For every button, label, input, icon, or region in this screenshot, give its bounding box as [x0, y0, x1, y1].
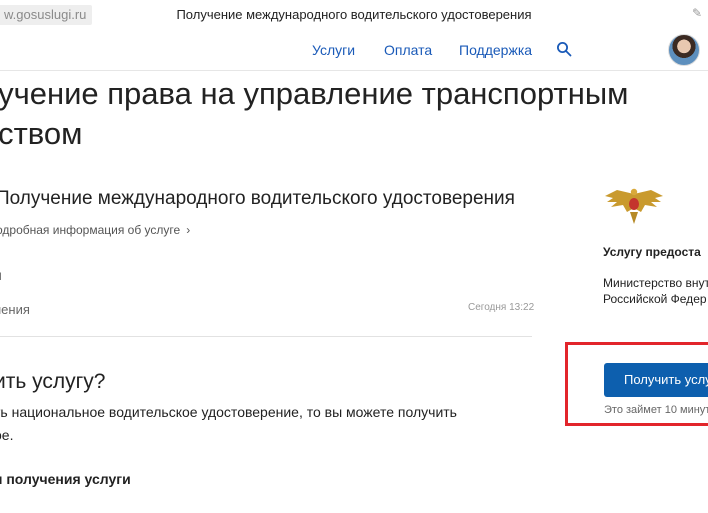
service-field-label: я	[0, 267, 2, 283]
section-divider	[0, 336, 532, 337]
nav-item-services[interactable]: Услуги	[312, 42, 355, 58]
page-title-line-2: дством	[0, 116, 83, 151]
user-avatar[interactable]	[668, 34, 700, 66]
how-to-paragraph-line-1: ть национальное водительское удостоверен…	[0, 404, 457, 420]
service-field-value: нения	[0, 302, 30, 317]
browser-titlebar: w.gosuslugi.ru Получение международного …	[0, 0, 708, 28]
service-title: Получение международного водительского у…	[0, 188, 515, 209]
get-service-button[interactable]: Получить услу	[604, 363, 708, 397]
document-title: Получение международного водительского у…	[176, 7, 532, 22]
eagle-emblem-icon	[605, 188, 663, 224]
top-navigation: Услуги Оплата Поддержка	[0, 30, 708, 71]
steps-heading: п получения услуги	[0, 471, 131, 487]
chevron-right-icon: ›	[186, 223, 191, 237]
provider-heading: Услугу предоста	[603, 245, 701, 259]
nav-item-support[interactable]: Поддержка	[459, 42, 532, 58]
how-to-heading: ить услугу?	[0, 370, 106, 393]
search-icon[interactable]	[556, 41, 572, 57]
how-to-paragraph-line-2: ое.	[0, 427, 14, 443]
more-info-link[interactable]: одробная информация об услуге ›	[0, 223, 190, 237]
provider-name-line-1: Министерство внут	[603, 276, 708, 290]
edit-icon[interactable]: ✎	[692, 6, 706, 20]
time-estimate: Это займет 10 минут	[604, 404, 708, 416]
page-title: лучение права на управление транспортным…	[0, 74, 708, 154]
nav-item-payment[interactable]: Оплата	[384, 42, 432, 58]
more-info-label: одробная информация об услуге	[0, 223, 181, 237]
page-title-line-1: лучение права на управление транспортным	[0, 76, 629, 111]
provider-name-line-2: Российской Федер	[603, 292, 707, 306]
timestamp: Сегодня 13:22	[468, 302, 535, 313]
